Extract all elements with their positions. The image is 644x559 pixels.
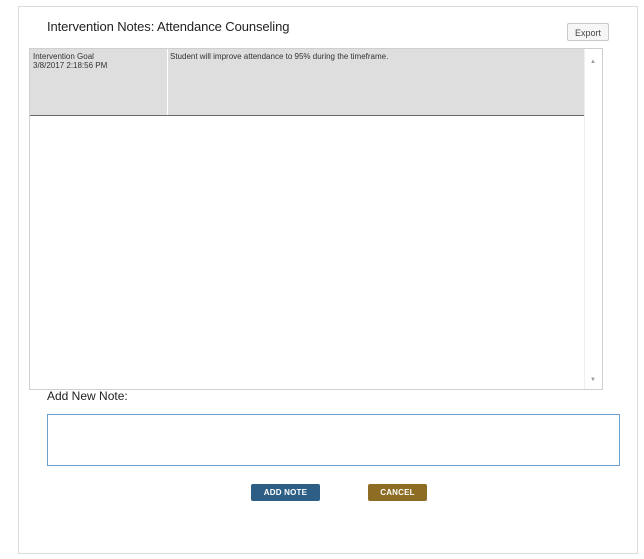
scroll-up-arrow-icon[interactable]: ▲: [590, 59, 596, 65]
dialog-title: Intervention Notes: Attendance Counselin…: [47, 19, 290, 34]
notes-scrollbar[interactable]: ▲ ▼: [584, 49, 602, 389]
note-row: Intervention Goal 3/8/2017 2:18:56 PM St…: [30, 49, 585, 116]
note-type: Intervention Goal: [33, 52, 94, 61]
note-timestamp: 3/8/2017 2:18:56 PM: [33, 61, 108, 70]
new-note-input[interactable]: [47, 414, 620, 466]
add-note-button[interactable]: ADD NOTE: [251, 484, 320, 501]
note-text: Student will improve attendance to 95% d…: [170, 52, 389, 61]
cancel-button[interactable]: CANCEL: [368, 484, 427, 501]
note-meta: Intervention Goal 3/8/2017 2:18:56 PM: [30, 49, 168, 115]
notes-list[interactable]: Intervention Goal 3/8/2017 2:18:56 PM St…: [29, 48, 603, 390]
add-note-label: Add New Note:: [47, 389, 128, 403]
export-button[interactable]: Export: [567, 23, 609, 41]
scroll-down-arrow-icon[interactable]: ▼: [590, 377, 596, 383]
